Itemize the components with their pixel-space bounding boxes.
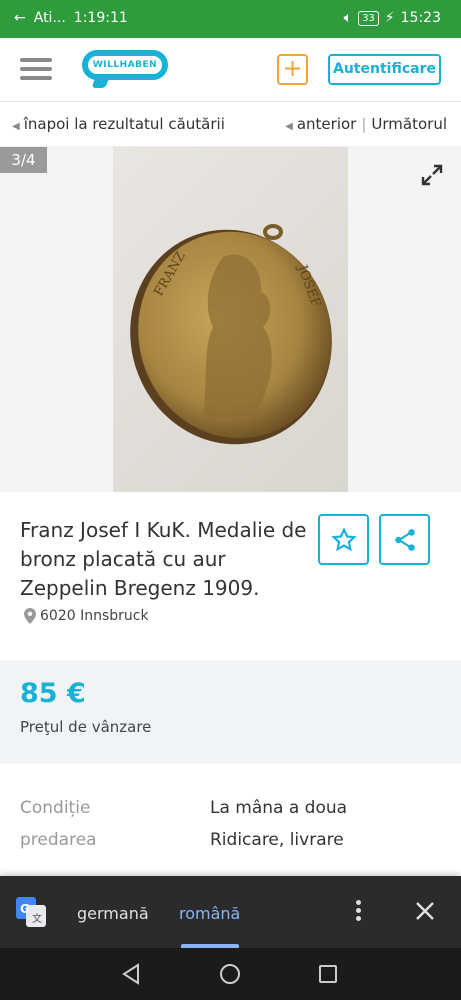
caret-left-icon: ◀	[285, 121, 293, 132]
listing-header: Franz Josef I KuK. Medalie de bronz plac…	[0, 492, 461, 660]
share-icon	[394, 528, 415, 551]
fullscreen-icon[interactable]	[420, 163, 444, 187]
price: 85 €	[20, 678, 86, 709]
more-options-icon[interactable]	[350, 900, 366, 924]
favorite-button[interactable]	[318, 514, 369, 565]
pager-separator: |	[361, 115, 367, 133]
recents-nav-icon[interactable]	[316, 962, 340, 986]
attribute-value: Ridicare, livrare	[210, 830, 344, 850]
back-to-results-link[interactable]: ◀ înapoi la rezultatul căutării	[12, 115, 225, 133]
system-navigation-bar	[0, 948, 461, 1000]
attribute-key: predarea	[20, 830, 97, 850]
status-bar: ← Ati... 1:19:11 🔈︎ 33 ⚡︎ 15:23	[0, 0, 461, 38]
back-to-results-label: înapoi la rezultatul căutării	[23, 115, 225, 133]
medal-illustration: FRANZ JOSEF	[130, 224, 332, 445]
status-app-name: Ati...	[33, 10, 66, 26]
attribute-value: La mâna a doua	[210, 798, 348, 818]
back-arrow-icon[interactable]: ←	[14, 10, 26, 26]
status-clock: 15:23	[400, 10, 441, 26]
status-timer: 1:19:11	[73, 10, 128, 26]
source-language-tab[interactable]: germană	[77, 904, 149, 923]
add-listing-button[interactable]: +	[277, 54, 308, 85]
attribute-key: Condiție	[20, 798, 91, 818]
charging-icon: ⚡︎	[384, 10, 395, 26]
location-pin-icon	[24, 608, 36, 624]
location-text: 6020 Innsbruck	[40, 608, 149, 624]
willhaben-logo[interactable]: WILLHABEN	[82, 50, 168, 90]
pager: ◀ anterior | Următorul	[285, 115, 447, 133]
location: 6020 Innsbruck	[24, 608, 149, 624]
image-gallery[interactable]: FRANZ JOSEF 3/4	[0, 147, 461, 492]
share-button[interactable]	[379, 514, 430, 565]
next-link[interactable]: Următorul	[371, 115, 447, 133]
login-button[interactable]: Autentificare	[328, 54, 441, 85]
home-nav-icon[interactable]	[218, 962, 242, 986]
svg-text:文: 文	[32, 912, 42, 925]
image-counter: 3/4	[0, 147, 47, 173]
battery-icon: 33	[358, 10, 379, 26]
app-header: WILLHABEN + Autentificare	[0, 38, 461, 102]
menu-icon[interactable]	[20, 58, 52, 82]
back-nav-icon[interactable]	[119, 962, 143, 986]
listing-title: Franz Josef I KuK. Medalie de bronz plac…	[20, 518, 307, 600]
star-icon	[330, 526, 357, 551]
attributes-table: Condiție La mâna a doua predarea Ridicar…	[0, 764, 461, 876]
google-translate-icon[interactable]: G 文	[16, 897, 46, 927]
previous-label: anterior	[296, 115, 357, 133]
price-section: 85 € Preţul de vânzare	[0, 660, 461, 764]
volume-icon: 🔈︎	[343, 10, 353, 26]
previous-link[interactable]: ◀ anterior	[285, 115, 356, 133]
price-label: Preţul de vânzare	[20, 718, 152, 736]
close-icon[interactable]	[414, 900, 436, 922]
translate-bar: G 文 germană română	[0, 876, 461, 948]
svg-text:G: G	[20, 902, 30, 916]
logo-text: WILLHABEN	[88, 56, 162, 74]
target-language-tab[interactable]: română	[179, 904, 240, 923]
caret-left-icon: ◀	[12, 121, 20, 132]
listing-photo[interactable]: FRANZ JOSEF	[113, 147, 348, 492]
listing-navigation: ◀ înapoi la rezultatul căutării ◀ anterior…	[0, 103, 461, 147]
